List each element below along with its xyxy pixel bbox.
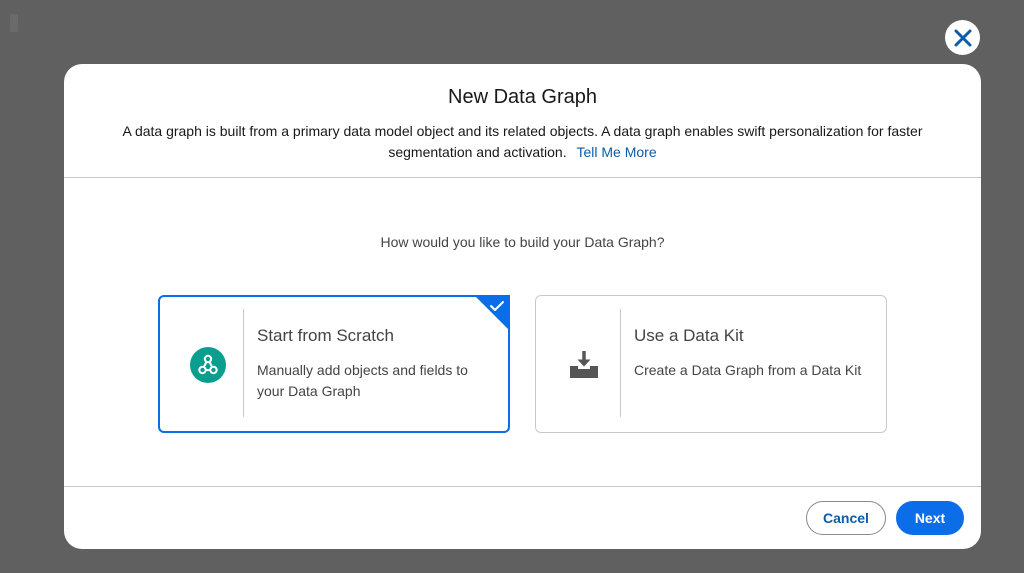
next-button[interactable]: Next: [896, 501, 964, 535]
background-content: [10, 14, 18, 32]
build-question: How would you like to build your Data Gr…: [380, 234, 665, 250]
modal-description-text: A data graph is built from a primary dat…: [122, 123, 923, 160]
close-icon: [954, 29, 971, 46]
option-title: Use a Data Kit: [634, 326, 744, 345]
checkmark-icon: [490, 301, 504, 311]
modal-title: New Data Graph: [448, 86, 597, 108]
option-divider: [243, 309, 244, 417]
new-data-graph-modal: New Data Graph A data graph is built fro…: [64, 64, 981, 549]
graph-nodes-icon: [190, 347, 226, 383]
option-use-data-kit[interactable]: Use a Data Kit Create a Data Graph from …: [535, 295, 887, 433]
option-start-from-scratch[interactable]: Start from Scratch Manually add objects …: [158, 295, 510, 433]
close-modal-button[interactable]: [945, 20, 980, 55]
option-description: Manually add objects and fields to your …: [257, 362, 468, 399]
modal-description: A data graph is built from a primary dat…: [103, 121, 943, 163]
option-divider: [620, 309, 621, 417]
tell-me-more-link[interactable]: Tell Me More: [576, 144, 656, 160]
option-title: Start from Scratch: [257, 326, 394, 345]
option-description: Create a Data Graph from a Data Kit: [634, 362, 862, 378]
download-tray-icon: [566, 346, 602, 382]
modal-footer: Cancel Next: [64, 486, 981, 549]
cancel-button[interactable]: Cancel: [806, 501, 886, 535]
modal-header: New Data Graph A data graph is built fro…: [64, 64, 981, 178]
modal-body: How would you like to build your Data Gr…: [64, 178, 981, 487]
